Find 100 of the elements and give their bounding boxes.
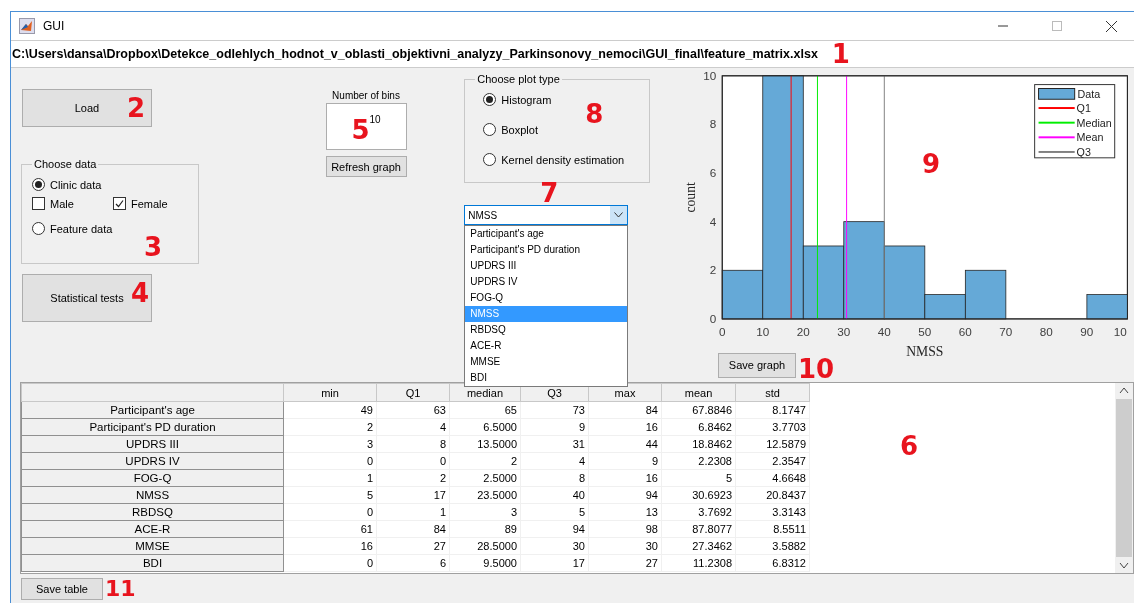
table-cell: 89: [449, 520, 521, 538]
annotation-number: 10: [798, 356, 835, 382]
y-tick-label: 8: [709, 117, 717, 131]
panel-title: Choose plot type: [476, 73, 561, 85]
table-cell: 84: [376, 520, 450, 538]
table-cell: 3: [283, 435, 377, 453]
column-header: Q1: [376, 383, 450, 402]
checkbox[interactable]: [32, 197, 45, 210]
x-axis-label: NMSS: [906, 344, 944, 356]
table-cell: 23.5000: [449, 486, 521, 504]
table-cell: 30: [520, 537, 589, 555]
column-header: mean: [661, 383, 736, 402]
annotation-number: 11: [105, 578, 136, 600]
close-icon[interactable]: [1105, 20, 1117, 32]
table-cell: 27: [588, 554, 662, 572]
x-tick-label: 0: [719, 325, 726, 339]
table-cell: 65: [449, 401, 521, 419]
table-cell: 9.5000: [449, 554, 521, 572]
x-tick-label: 40: [877, 325, 891, 339]
refresh-graph-button[interactable]: Refresh graph: [325, 156, 407, 177]
y-axis-label: count: [682, 182, 698, 213]
table-cell: 27: [376, 537, 450, 555]
table-cell: 0: [283, 503, 377, 521]
scrollbar[interactable]: [1115, 383, 1133, 573]
option-label[interactable]: Feature data: [50, 222, 113, 235]
dropdown-option[interactable]: ACE-R: [465, 338, 628, 354]
table-cell: 6.8312: [735, 554, 810, 572]
option-label[interactable]: Histogram: [501, 93, 552, 106]
table-cell: 63: [376, 401, 450, 419]
checkbox[interactable]: [113, 197, 126, 210]
radio-button[interactable]: [483, 123, 497, 136]
variable-dropdown[interactable]: NMSS: [464, 205, 629, 225]
x-tick-label: 10: [756, 325, 770, 339]
dropdown-option[interactable]: Participant's PD duration: [465, 242, 628, 258]
option-label[interactable]: Male: [50, 197, 74, 210]
y-tick-label: 6: [709, 165, 717, 179]
dropdown-option[interactable]: RBDSQ: [465, 322, 628, 338]
chevron-down-icon[interactable]: [614, 212, 624, 218]
table-cell: 1: [283, 469, 377, 487]
radio-button[interactable]: [483, 153, 497, 166]
save-graph-button[interactable]: Save graph: [718, 352, 796, 378]
table-cell: 16: [283, 537, 377, 555]
table-cell: 3.5882: [735, 537, 810, 555]
table-cell: 30: [588, 537, 662, 555]
annotation-number: 8: [585, 101, 604, 127]
table-cell: 17: [520, 554, 589, 572]
radio-button[interactable]: [32, 178, 45, 191]
option-label[interactable]: Boxplot: [501, 123, 538, 136]
table-cell: 0: [283, 554, 377, 572]
table-cell: 6.5000: [449, 418, 521, 436]
table-cell: 5: [661, 469, 736, 487]
table-cell: 9: [588, 452, 662, 470]
table-cell: 17: [376, 486, 450, 504]
save-table-button[interactable]: Save table: [21, 578, 103, 600]
legend-swatch: [1038, 88, 1076, 100]
annotation-number: 9: [922, 149, 941, 179]
x-tick-label: 80: [1039, 325, 1053, 339]
annotation-number: 3: [144, 234, 163, 260]
table-cell: 16: [588, 469, 662, 487]
dropdown-option[interactable]: BDI: [465, 370, 628, 386]
legend-label: Q3: [1076, 145, 1091, 158]
dropdown-option[interactable]: Participant's age: [465, 226, 628, 242]
table-cell: 2.5000: [449, 469, 521, 487]
option-label[interactable]: Clinic data: [50, 178, 102, 191]
table-cell: 20.8437: [735, 486, 810, 504]
table-cell: 18.8462: [661, 435, 736, 453]
table-cell: 4: [376, 418, 450, 436]
table-cell: 0: [283, 452, 377, 470]
table-cell: 2.2308: [661, 452, 736, 470]
table-cell: 12.5879: [735, 435, 810, 453]
x-tick-label: 30: [837, 325, 851, 339]
annotation-number: 1: [831, 41, 850, 67]
table-cell: 9: [520, 418, 589, 436]
x-tick-label: 70: [999, 325, 1013, 339]
option-label[interactable]: Kernel density estimation: [501, 153, 625, 166]
file-path: C:\Users\dansa\Dropbox\Detekce_odlehlych_hodnot_v_oblasti_objektivni_analyzy_Parkinsonovy_nemoci\GUI_final\feature_matrix.xlsx: [12, 47, 818, 61]
table-cell: 44: [588, 435, 662, 453]
radio-button[interactable]: [483, 93, 497, 106]
x-tick-label: 50: [918, 325, 932, 339]
table-cell: 94: [520, 520, 589, 538]
table-cell: 2: [376, 469, 450, 487]
panel-title: Choose data: [33, 158, 98, 170]
column-header: min: [283, 383, 377, 402]
table-cell: 3.3143: [735, 503, 810, 521]
table-cell: 4.6648: [735, 469, 810, 487]
table-cell: 98: [588, 520, 662, 538]
table-cell: 87.8077: [661, 520, 736, 538]
option-label[interactable]: Female: [131, 197, 168, 210]
dropdown-option[interactable]: FOG-Q: [465, 290, 628, 306]
dropdown-option[interactable]: UPDRS III: [465, 258, 628, 274]
table-cell: 11.2308: [661, 554, 736, 572]
table-cell: 2: [449, 452, 521, 470]
radio-button[interactable]: [32, 222, 45, 235]
y-tick-label: 0: [709, 311, 717, 325]
dropdown-option[interactable]: UPDRS IV: [465, 274, 628, 290]
table-cell: 67.8846: [661, 401, 736, 419]
x-tick-label: 10: [1113, 325, 1127, 339]
table-cell: 2.3547: [735, 452, 810, 470]
dropdown-option[interactable]: MMSE: [465, 354, 628, 370]
table-cell: 27.3462: [661, 537, 736, 555]
